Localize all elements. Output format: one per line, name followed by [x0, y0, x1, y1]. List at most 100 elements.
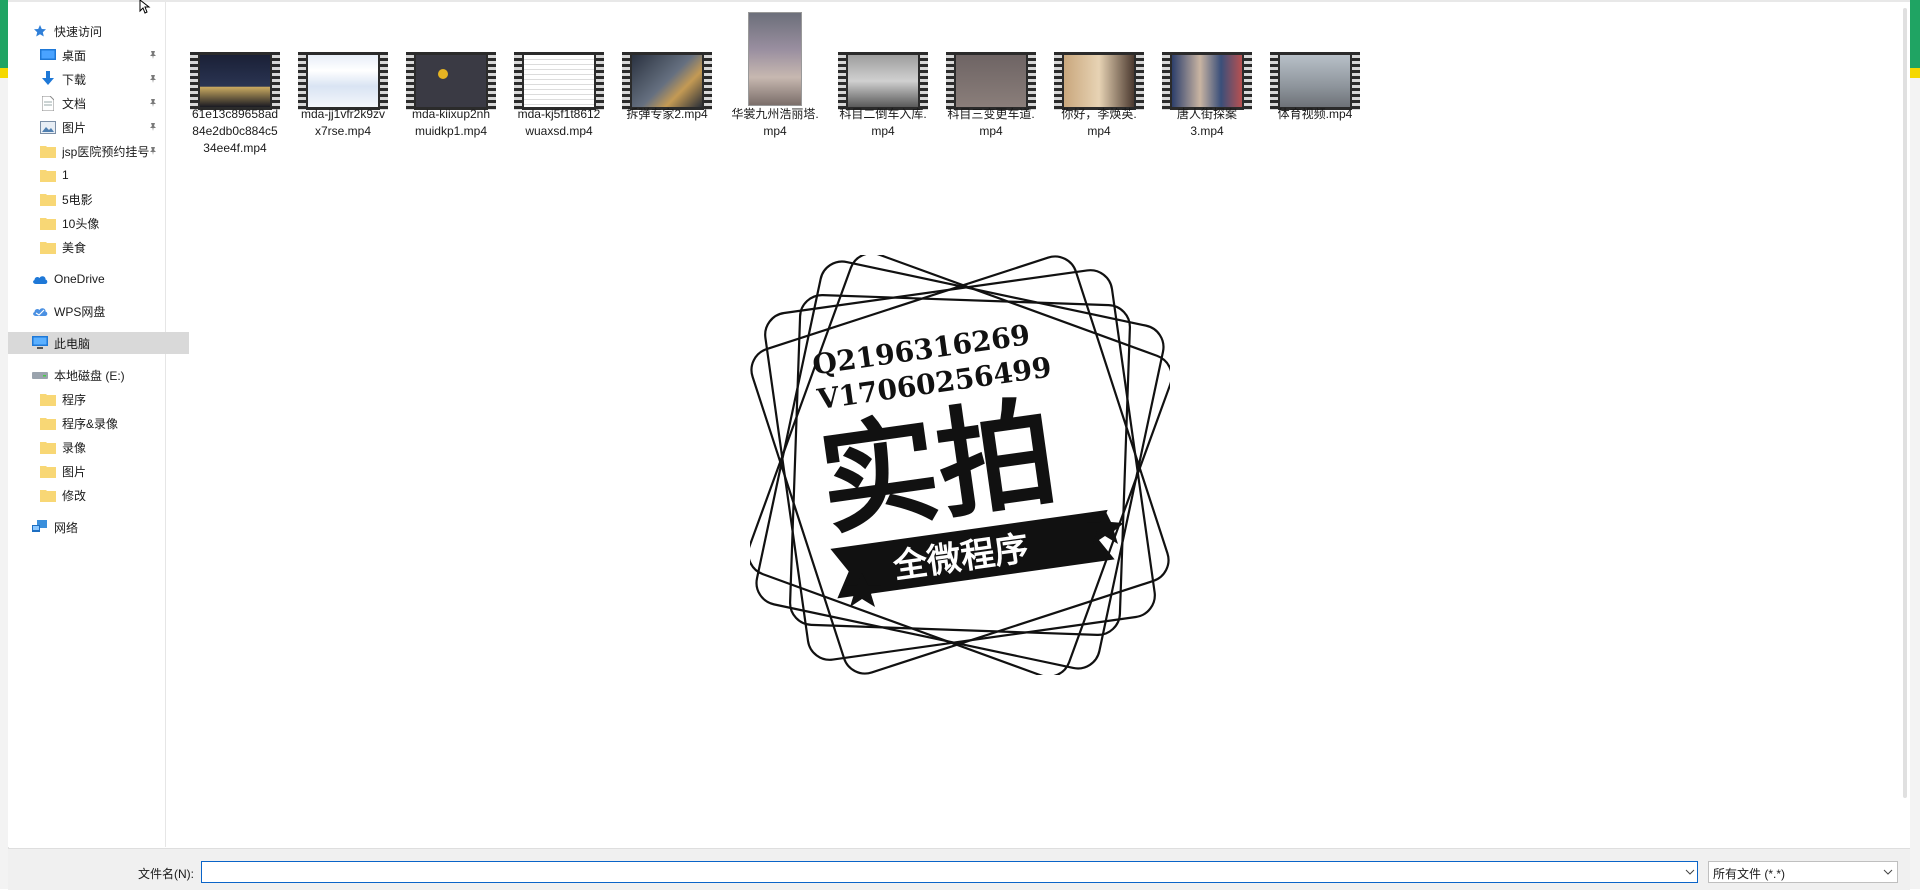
- nav-item-programs[interactable]: 程序: [8, 388, 197, 410]
- folder-icon: [40, 439, 56, 455]
- mouse-cursor-icon: [139, 0, 151, 14]
- nav-network[interactable]: 网络: [8, 516, 189, 538]
- file-item[interactable]: 拆弹专家2.mp4: [615, 8, 719, 158]
- file-name: 华裳九州浩丽塔. mp4: [731, 107, 819, 138]
- file-name: 拆弹专家2.mp4: [626, 107, 708, 121]
- nav-label: jsp医院预约挂号: [62, 144, 150, 159]
- filename-label: 文件名(N):: [138, 867, 194, 881]
- video-thumbnail: [401, 52, 501, 110]
- scrollbar-thumb[interactable]: [1903, 8, 1907, 798]
- nav-item-images[interactable]: 图片: [8, 460, 197, 482]
- nav-quick-access[interactable]: 快速访问: [8, 20, 189, 42]
- file-name: 科目三变更车道. mp4: [947, 107, 1035, 138]
- video-thumbnail: [1049, 52, 1149, 110]
- nav-this-pc[interactable]: 此电脑: [8, 332, 189, 354]
- file-item[interactable]: 你好，李焕英. mp4: [1047, 8, 1151, 158]
- video-thumbnail: [725, 12, 825, 106]
- edge-yellow-bar: [1910, 68, 1920, 78]
- desktop-icon: [40, 47, 56, 63]
- document-icon: [40, 95, 56, 111]
- nav-item-folder-1[interactable]: 1: [8, 164, 197, 186]
- video-thumbnail: [509, 52, 609, 110]
- filter-value: 所有文件 (*.*): [1713, 867, 1786, 881]
- nav-item-movies[interactable]: 5电影: [8, 188, 197, 210]
- nav-label: 网络: [54, 520, 79, 535]
- folder-icon: [40, 487, 56, 503]
- nav-item-recordings[interactable]: 录像: [8, 436, 197, 458]
- file-name: 体育视频.mp4: [1277, 107, 1353, 121]
- file-item[interactable]: 华裳九州浩丽塔. mp4: [723, 8, 827, 158]
- file-item[interactable]: 61e13c89658ad 84e2db0c884c5 34ee4f.mp4: [183, 8, 287, 158]
- top-border: [8, 0, 1910, 2]
- file-name: 唐人街探案 3.mp4: [1176, 107, 1237, 138]
- nav-label: 美食: [62, 240, 87, 255]
- nav-label: 程序: [62, 392, 87, 407]
- background-window-edge-right: [1910, 0, 1920, 889]
- drive-icon: [32, 367, 48, 383]
- file-type-filter[interactable]: 所有文件 (*.*): [1708, 861, 1898, 883]
- pictures-icon: [40, 119, 56, 135]
- download-icon: [40, 71, 56, 87]
- nav-label: 5电影: [62, 192, 93, 207]
- edge-yellow-bar: [0, 68, 8, 78]
- video-thumbnail: [1265, 52, 1365, 110]
- nav-label: WPS网盘: [54, 304, 106, 319]
- nav-label: 桌面: [62, 48, 87, 63]
- nav-item-avatars[interactable]: 10头像: [8, 212, 197, 234]
- network-icon: [32, 519, 48, 535]
- nav-label: 下载: [62, 72, 87, 87]
- folder-icon: [40, 239, 56, 255]
- navigation-pane[interactable]: 快速访问 桌面 下载 文档 图片 jsp医院预约挂号 1 5电影 10头像 美食…: [8, 2, 189, 847]
- nav-label: 此电脑: [54, 336, 91, 351]
- filename-input[interactable]: [201, 861, 1698, 883]
- pin-icon[interactable]: [148, 146, 158, 156]
- file-name: mda-kj5f1t8612 wuaxsd.mp4: [517, 107, 601, 138]
- pin-icon[interactable]: [148, 98, 158, 108]
- nav-item-food[interactable]: 美食: [8, 236, 197, 258]
- file-item[interactable]: mda-kj5f1t8612 wuaxsd.mp4: [507, 8, 611, 158]
- nav-wps-drive[interactable]: WPS网盘: [8, 300, 189, 322]
- folder-icon: [40, 143, 56, 159]
- file-item[interactable]: 唐人街探案 3.mp4: [1155, 8, 1259, 158]
- folder-icon: [40, 191, 56, 207]
- file-name: 科目二倒车入库. mp4: [839, 107, 927, 138]
- computer-icon: [32, 335, 48, 351]
- nav-item-edits[interactable]: 修改: [8, 484, 197, 506]
- file-item[interactable]: 科目二倒车入库. mp4: [831, 8, 935, 158]
- video-thumbnail: [293, 52, 393, 110]
- folder-icon: [40, 167, 56, 183]
- nav-label: 快速访问: [54, 24, 103, 39]
- pin-icon[interactable]: [148, 122, 158, 132]
- video-thumbnail: [941, 52, 1041, 110]
- file-item[interactable]: mda-jj1vfr2k9zv x7rse.mp4: [291, 8, 395, 158]
- nav-onedrive[interactable]: OneDrive: [8, 268, 189, 290]
- file-item[interactable]: mda-kiixup2nh muidkp1.mp4: [399, 8, 503, 158]
- cloud-icon: [32, 271, 48, 287]
- file-name-bar: 文件名(N): 所有文件 (*.*): [8, 848, 1910, 890]
- file-item[interactable]: 体育视频.mp4: [1263, 8, 1367, 158]
- nav-item-downloads[interactable]: 下载: [8, 68, 197, 90]
- folder-icon: [40, 415, 56, 431]
- nav-item-jsp-folder[interactable]: jsp医院预约挂号: [8, 140, 197, 162]
- nav-label: 录像: [62, 440, 87, 455]
- nav-label: 文档: [62, 96, 87, 111]
- nav-item-pictures[interactable]: 图片: [8, 116, 197, 138]
- watermark-stamp: Q2196316269 V17060256499 实拍 全微程序: [747, 252, 1173, 678]
- nav-item-desktop[interactable]: 桌面: [8, 44, 197, 66]
- edge-green-bar: [0, 0, 8, 68]
- chevron-down-icon[interactable]: [1682, 864, 1698, 880]
- pin-icon[interactable]: [148, 50, 158, 60]
- nav-item-documents[interactable]: 文档: [8, 92, 197, 114]
- chevron-down-icon[interactable]: [1880, 864, 1896, 880]
- nav-label: 图片: [62, 464, 87, 479]
- nav-local-disk-e[interactable]: 本地磁盘 (E:): [8, 364, 189, 386]
- star-icon: [32, 23, 48, 39]
- wps-cloud-icon: [32, 303, 48, 319]
- pin-icon[interactable]: [148, 74, 158, 84]
- nav-item-programs-recordings[interactable]: 程序&录像: [8, 412, 197, 434]
- folder-icon: [40, 463, 56, 479]
- nav-label: 图片: [62, 120, 87, 135]
- video-thumbnail: [1157, 52, 1257, 110]
- video-thumbnail: [185, 52, 285, 110]
- file-item[interactable]: 科目三变更车道. mp4: [939, 8, 1043, 158]
